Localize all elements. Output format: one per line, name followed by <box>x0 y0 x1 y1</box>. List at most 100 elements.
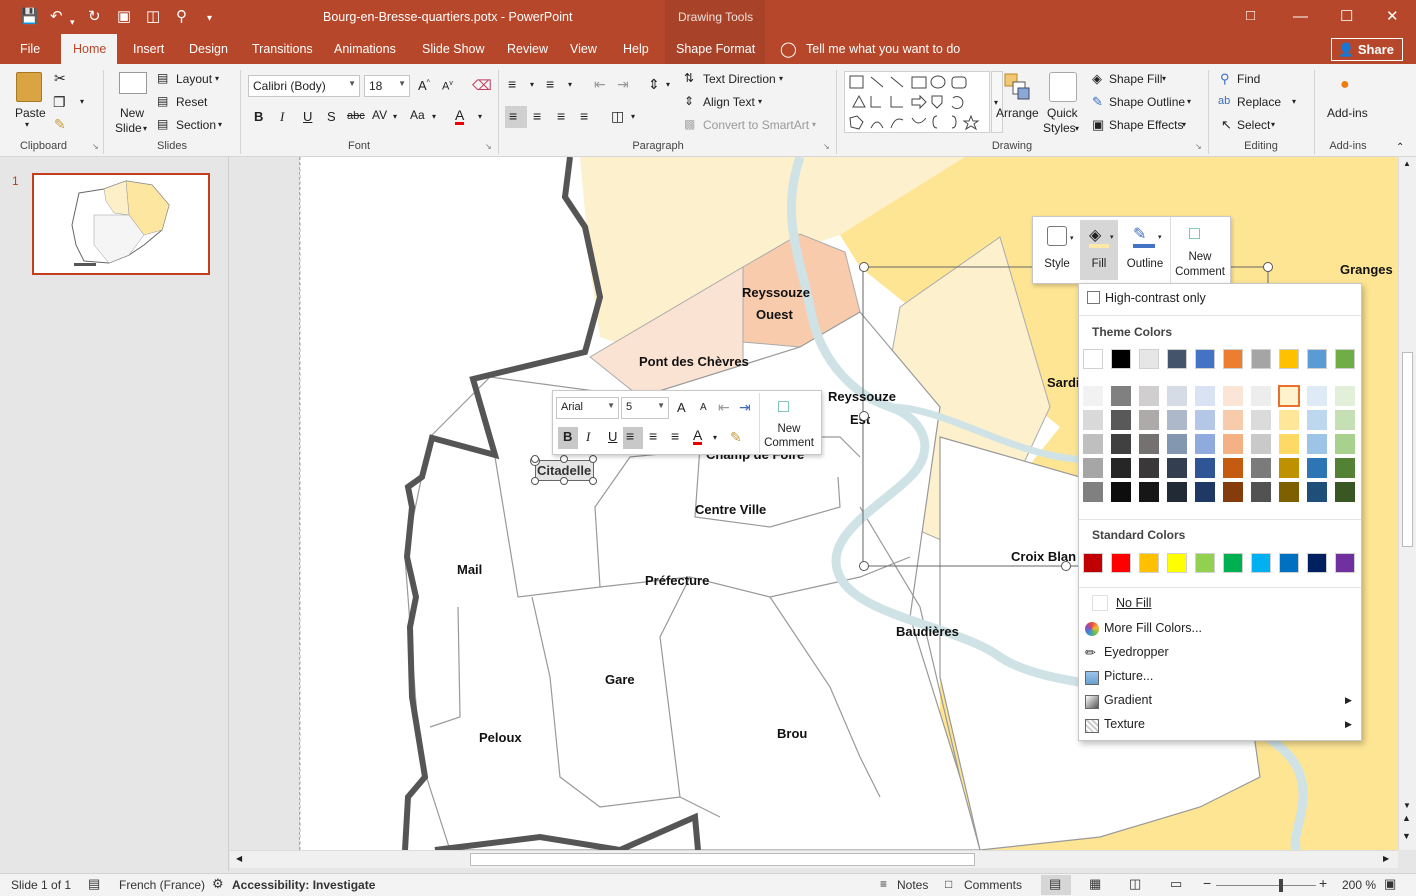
section-dropdown-icon[interactable]: ▾ <box>218 120 222 129</box>
mini-grow-font-icon[interactable]: A <box>677 400 686 415</box>
mini-format-painter-icon[interactable]: ✎ <box>730 429 742 446</box>
theme-tint-swatch[interactable] <box>1307 434 1327 454</box>
save-icon[interactable]: 💾 <box>20 8 39 26</box>
layout-button[interactable]: Layout <box>176 72 212 86</box>
theme-tint-swatch[interactable] <box>1307 458 1327 478</box>
tab-insert[interactable]: Insert <box>133 42 164 56</box>
more-fill-colors-item[interactable]: More Fill Colors... <box>1079 618 1361 640</box>
mini-increase-indent-icon[interactable]: ⇥ <box>739 399 751 416</box>
theme-tint-swatch[interactable] <box>1167 386 1187 406</box>
mini-font-color-dropdown-icon[interactable]: ▾ <box>713 433 717 442</box>
layout-icon[interactable]: ▤ <box>157 71 168 85</box>
shape-outline-icon[interactable]: ✎ <box>1092 94 1103 110</box>
italic-icon[interactable]: I <box>280 109 284 125</box>
label-reyssouze-ouest-1[interactable]: Reyssouze <box>742 285 810 300</box>
label-peloux[interactable]: Peloux <box>479 730 522 745</box>
mini-size-dropdown[interactable]: 5 ▼ <box>621 397 669 419</box>
character-spacing-dropdown-icon[interactable]: ▾ <box>393 112 397 121</box>
underline-icon[interactable]: U <box>303 109 312 124</box>
citadelle-handle[interactable] <box>589 477 597 485</box>
mini-align-left-icon[interactable]: ≡ <box>626 428 634 444</box>
standard-color-swatch[interactable] <box>1111 553 1131 573</box>
theme-tint-swatch[interactable] <box>1335 458 1355 478</box>
shapes-gallery-scroll[interactable]: ▾ <box>991 71 1003 133</box>
citadelle-handle[interactable] <box>560 477 568 485</box>
mini-font-color-icon[interactable]: A <box>693 428 703 445</box>
standard-color-swatch[interactable] <box>1167 553 1187 573</box>
slide-sorter-icon[interactable]: ▦ <box>1089 876 1101 892</box>
theme-tint-swatch[interactable] <box>1195 482 1215 502</box>
text-direction-dropdown-icon[interactable]: ▾ <box>779 74 783 83</box>
find-button[interactable]: Find <box>1237 72 1260 86</box>
change-case-dropdown-icon[interactable]: ▾ <box>432 112 436 121</box>
copy-dropdown-icon[interactable]: ▾ <box>80 97 84 106</box>
citadelle-handle[interactable] <box>560 455 568 463</box>
comments-button[interactable]: Comments <box>964 878 1022 892</box>
cut-icon[interactable]: ✂ <box>54 70 66 87</box>
new-comment-button[interactable]: □ New Comment <box>1172 220 1228 282</box>
theme-tint-swatch[interactable] <box>1307 410 1327 430</box>
theme-tint-swatch[interactable] <box>1195 458 1215 478</box>
theme-color-swatch[interactable] <box>1111 349 1131 369</box>
theme-color-swatch[interactable] <box>1195 349 1215 369</box>
eyedropper-item[interactable]: ✏ Eyedropper <box>1079 642 1361 664</box>
mini-font-dropdown[interactable]: Arial ▼ <box>556 397 619 419</box>
fill-button[interactable]: ◈ ▾ Fill <box>1080 220 1118 280</box>
customize-qat-icon[interactable]: ▾ <box>207 10 212 28</box>
label-brou[interactable]: Brou <box>777 726 807 741</box>
theme-tint-swatch[interactable] <box>1139 386 1159 406</box>
theme-tint-swatch[interactable] <box>1307 482 1327 502</box>
bullets-icon[interactable]: ≡ <box>508 76 516 92</box>
theme-tint-swatch[interactable] <box>1111 434 1131 454</box>
line-spacing-icon[interactable]: ⇕ <box>648 76 660 93</box>
format-painter-icon[interactable]: ✎ <box>54 116 66 133</box>
replace-icon[interactable]: ab <box>1218 95 1230 107</box>
align-text-icon[interactable]: ⇕ <box>684 94 694 108</box>
shape-fill-button[interactable]: Shape Fill <box>1109 72 1162 86</box>
citadelle-handle[interactable] <box>531 455 539 463</box>
scroll-down-icon[interactable]: ▼ <box>1403 801 1411 810</box>
label-centre-ville[interactable]: Centre Ville <box>695 502 766 517</box>
slide-show-icon[interactable]: ▭ <box>1170 876 1182 892</box>
tab-animations[interactable]: Animations <box>334 42 396 56</box>
label-granges[interactable]: Granges <box>1340 262 1393 277</box>
notes-button[interactable]: Notes <box>897 878 928 892</box>
character-spacing-icon[interactable]: AV <box>372 108 387 122</box>
theme-color-swatch[interactable] <box>1083 349 1103 369</box>
select-icon[interactable]: ↖ <box>1221 117 1232 133</box>
increase-indent-icon[interactable]: ⇥ <box>617 76 629 93</box>
resize-handle[interactable] <box>1263 262 1273 272</box>
start-from-beginning-icon[interactable]: ▣ <box>117 8 131 26</box>
tab-transitions[interactable]: Transitions <box>252 42 313 56</box>
theme-tint-swatch[interactable] <box>1251 386 1271 406</box>
label-reyssouze-est-1[interactable]: Reyssouze <box>828 389 896 404</box>
font-color-icon[interactable]: A <box>455 108 465 125</box>
standard-color-swatch[interactable] <box>1195 553 1215 573</box>
select-dropdown-icon[interactable]: ▾ <box>1271 120 1275 129</box>
theme-tint-swatch[interactable] <box>1083 386 1103 406</box>
theme-tint-swatch[interactable] <box>1279 458 1299 478</box>
tab-shape-format[interactable]: Shape Format <box>676 42 755 56</box>
save-as-icon[interactable]: ◫ <box>146 8 160 26</box>
align-text-button[interactable]: Align Text <box>703 95 755 109</box>
smartart-icon[interactable]: ▩ <box>684 117 695 131</box>
high-contrast-checkbox[interactable] <box>1087 291 1100 304</box>
no-fill-item[interactable]: No Fill <box>1079 592 1361 614</box>
paste-icon[interactable] <box>16 72 42 102</box>
decrease-font-icon[interactable]: Av <box>442 80 453 93</box>
theme-tint-swatch[interactable] <box>1223 386 1243 406</box>
vertical-scroll-thumb[interactable] <box>1402 352 1413 547</box>
resize-handle[interactable] <box>859 411 869 421</box>
font-family-dropdown[interactable]: Calibri (Body) ▼ <box>248 75 360 97</box>
horizontal-scrollbar[interactable]: ◀ ▶ <box>230 850 1398 868</box>
theme-tint-swatch[interactable] <box>1195 434 1215 454</box>
theme-tint-swatch[interactable] <box>1251 410 1271 430</box>
paste-dropdown-icon[interactable]: ▾ <box>25 120 29 129</box>
mini-underline-icon[interactable]: U <box>608 429 617 444</box>
language-indicator[interactable]: French (France) <box>119 878 205 892</box>
font-size-dropdown[interactable]: 18 ▼ <box>364 75 410 97</box>
fit-to-window-icon[interactable]: ▣ <box>1384 876 1396 892</box>
reset-button[interactable]: Reset <box>176 95 207 109</box>
theme-tint-swatch[interactable] <box>1251 482 1271 502</box>
shapes-gallery[interactable] <box>844 71 990 133</box>
